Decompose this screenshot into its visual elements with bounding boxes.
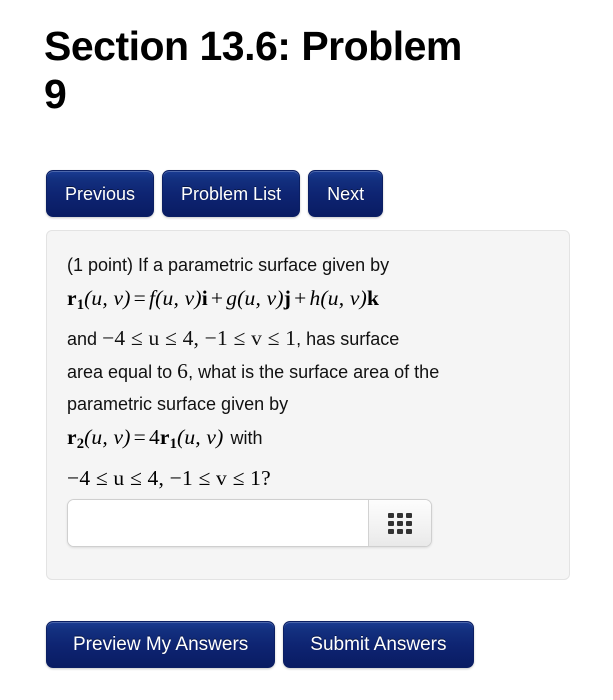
problem-domain-line: and −4 ≤ u ≤ 4, −1 ≤ v ≤ 1, has surface xyxy=(67,322,551,355)
previous-button[interactable]: Previous xyxy=(46,170,155,217)
math-plus-2: + xyxy=(294,286,307,310)
with-keyword: with xyxy=(230,428,263,449)
math-k-unit-vector: k xyxy=(366,286,380,310)
math-r2-symbol: r xyxy=(67,425,77,450)
problem-statement: (1 point) If a parametric surface given … xyxy=(67,249,551,495)
domain-suffix: , has surface xyxy=(296,329,400,350)
math-r1-symbol: r xyxy=(67,286,77,310)
problem-area-line: area equal to 6, what is the surface are… xyxy=(67,355,551,388)
math-h-symbol: h xyxy=(309,286,321,310)
math-equals-2: = xyxy=(133,425,146,450)
math-r2-args: (u, v) xyxy=(84,425,131,450)
domain-prefix: and xyxy=(67,329,98,350)
math-r1-args-scaled: (u, v) xyxy=(176,425,224,450)
math-equals-1: = xyxy=(133,286,146,310)
math-g-symbol: g xyxy=(226,286,238,310)
problem-list-button[interactable]: Problem List xyxy=(162,170,301,217)
math-i-unit-vector: i xyxy=(201,286,208,310)
math-g-args: (u, v) xyxy=(237,286,284,310)
math-r1-args: (u, v) xyxy=(84,286,131,310)
problem-panel: (1 point) If a parametric surface given … xyxy=(46,230,570,580)
math-r1-symbol-scaled: r xyxy=(159,425,170,450)
problem-points-line: (1 point) If a parametric surface given … xyxy=(67,255,390,275)
submit-answers-button[interactable]: Submit Answers xyxy=(283,621,474,668)
math-expression-r1-definition: r1(u, v) = f(u, v)i + g(u, v)j + h(u, v)k xyxy=(67,281,551,322)
answer-field-group xyxy=(67,499,432,547)
math-area-value: 6 xyxy=(177,359,189,384)
math-scale-coefficient: 4 xyxy=(148,425,160,450)
answer-row xyxy=(67,499,432,547)
answer-actions: Preview My Answers Submit Answers xyxy=(46,621,474,668)
math-f-args: (u, v) xyxy=(155,286,202,310)
answer-input[interactable] xyxy=(68,500,368,546)
area-suffix: , what is the surface area of the xyxy=(188,362,440,383)
math-expression-r2-definition: r2(u, v) = 4r1(u, v) with xyxy=(67,420,551,461)
math-domain-1: −4 ≤ u ≤ 4, −1 ≤ v ≤ 1 xyxy=(102,326,297,351)
preview-my-answers-button[interactable]: Preview My Answers xyxy=(46,621,276,668)
page-title: Section 13.6: Problem 9 xyxy=(44,23,462,117)
math-r1-subscript: 1 xyxy=(76,297,85,314)
area-prefix: area equal to xyxy=(67,362,173,383)
grid-keypad-icon xyxy=(388,512,412,534)
math-plus-1: + xyxy=(210,286,224,310)
math-domain-2: −4 ≤ u ≤ 4, −1 ≤ v ≤ 1? xyxy=(67,466,271,491)
math-r1-subscript-scaled: 1 xyxy=(169,436,177,453)
math-h-args: (u, v) xyxy=(320,286,367,310)
next-button[interactable]: Next xyxy=(308,170,384,217)
problem-navigation: Previous Problem List Next xyxy=(46,170,384,217)
math-r2-subscript: 2 xyxy=(76,436,85,453)
problem-question-line: parametric surface given by xyxy=(67,394,289,415)
math-j-unit-vector: j xyxy=(283,286,292,310)
math-keypad-button[interactable] xyxy=(368,500,431,546)
